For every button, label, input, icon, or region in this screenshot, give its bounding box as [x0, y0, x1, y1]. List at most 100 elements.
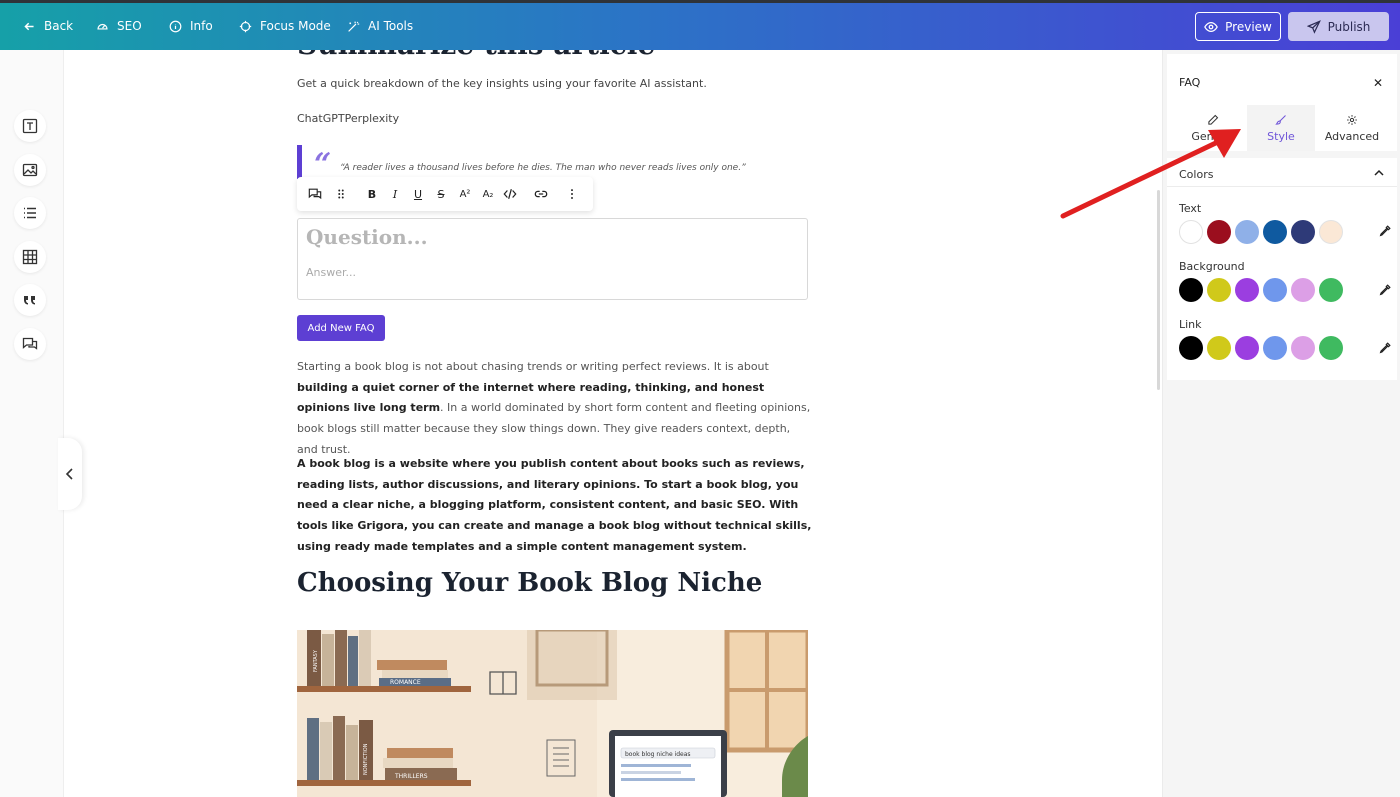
editor-canvas: Summarize this article Get a quick break… [64, 50, 1161, 797]
panel-header-card: FAQ ✕ General Style Advanced [1167, 54, 1397, 151]
drag-handle[interactable] [333, 186, 349, 202]
preview-button[interactable]: Preview [1195, 12, 1281, 41]
panel-title: FAQ [1179, 76, 1201, 89]
chevron-up-icon[interactable] [1373, 168, 1385, 178]
intro-paragraph[interactable]: Starting a book blog is not about chasin… [297, 357, 812, 461]
bookshelf-illustration: ROMANCE FANTASY NONFICTION THRILLERS boo… [297, 630, 808, 797]
romance-label: ROMANCE [390, 679, 421, 686]
summary-text: Get a quick breakdown of the key insight… [297, 77, 707, 90]
faq-block-tool[interactable] [14, 328, 46, 360]
link-button[interactable] [533, 186, 549, 202]
back-button[interactable]: Back [23, 19, 73, 33]
chat-bubbles-icon [308, 188, 322, 200]
summary-heading: Summarize this article [297, 50, 655, 61]
gauge-icon [97, 23, 108, 30]
color-swatch[interactable] [1291, 336, 1315, 360]
publish-button[interactable]: Publish [1288, 12, 1389, 41]
color-swatch[interactable] [1263, 220, 1287, 244]
quote-block-tool[interactable] [14, 284, 46, 316]
close-icon[interactable]: ✕ [1373, 76, 1383, 90]
colors-heading[interactable]: Colors [1179, 168, 1213, 181]
tab-general[interactable]: General [1179, 105, 1247, 151]
color-swatch[interactable] [1207, 278, 1231, 302]
quote-accent-bar [297, 145, 302, 179]
bold-button[interactable]: B [364, 186, 380, 202]
color-swatch[interactable] [1263, 336, 1287, 360]
code-button[interactable] [502, 186, 518, 202]
subscript-button[interactable]: A₂ [480, 186, 496, 202]
seo-button[interactable]: SEO [96, 19, 142, 33]
faq-item[interactable]: Question... Answer... [297, 218, 808, 300]
link-icon [534, 190, 548, 198]
seo-label: SEO [117, 19, 142, 33]
faq-answer-input[interactable]: Answer... [306, 266, 356, 279]
nonfiction-label: NONFICTION [363, 743, 369, 775]
quote-icon [24, 296, 35, 305]
quote-mark: “ [314, 147, 332, 182]
eyedropper-icon[interactable] [1378, 224, 1392, 238]
image-block-tool[interactable] [14, 154, 46, 186]
eyedropper-icon[interactable] [1378, 283, 1392, 297]
italic-button[interactable]: I [387, 186, 403, 202]
ai-tools-button[interactable]: AI Tools [347, 19, 413, 33]
thrillers-label: THRILLERS [394, 773, 428, 780]
tab-advanced-label: Advanced [1324, 129, 1380, 143]
color-swatch[interactable] [1235, 336, 1259, 360]
more-vertical-icon [571, 189, 573, 199]
strikethrough-button[interactable]: S [433, 186, 449, 202]
editor-scrollbar[interactable] [1157, 190, 1160, 390]
add-new-faq-button[interactable]: Add New FAQ [297, 315, 385, 341]
tab-general-label: General [1191, 129, 1235, 143]
image-icon [22, 163, 38, 177]
focus-mode-button[interactable]: Focus Mode [239, 19, 331, 33]
eyedropper-icon[interactable] [1378, 341, 1392, 355]
color-swatch[interactable] [1263, 278, 1287, 302]
superscript-button[interactable]: A² [457, 186, 473, 202]
search-field-label: book blog niche ideas [625, 751, 691, 758]
text-block-tool[interactable] [14, 110, 46, 142]
color-swatch[interactable] [1179, 278, 1203, 302]
focus-icon [239, 20, 252, 32]
more-options-button[interactable] [564, 186, 580, 202]
color-swatch[interactable] [1319, 220, 1343, 244]
info-button[interactable]: Info [169, 19, 213, 33]
background-color-swatches [1179, 278, 1347, 302]
ai-assistant-links[interactable]: ChatGPTPerplexity [297, 112, 399, 125]
magic-wand-icon [348, 21, 360, 32]
section-heading[interactable]: Choosing Your Book Blog Niche [297, 568, 762, 598]
color-swatch[interactable] [1179, 336, 1203, 360]
underline-button[interactable]: U [410, 186, 426, 202]
top-bar: Back SEO Info Focus Mode AI Tools Previe… [0, 0, 1400, 50]
text-color-swatches [1179, 220, 1347, 244]
table-block-tool[interactable] [14, 241, 46, 273]
faq-question-input[interactable]: Question... [306, 225, 428, 249]
tab-style[interactable]: Style [1247, 105, 1315, 151]
publish-label: Publish [1327, 19, 1371, 34]
intro-text-a: Starting a book blog is not about chasin… [297, 360, 769, 373]
code-icon [503, 189, 517, 199]
colors-section: Colors Text Background Link [1167, 158, 1397, 380]
link-color-label: Link [1179, 318, 1202, 331]
color-swatch[interactable] [1179, 220, 1203, 244]
definition-paragraph[interactable]: A book blog is a website where you publi… [297, 454, 812, 558]
tab-advanced[interactable]: Advanced [1315, 105, 1389, 151]
fantasy-label: FANTASY [313, 649, 319, 672]
grip-icon [338, 189, 344, 199]
tab-style-label: Style [1267, 129, 1295, 143]
color-swatch[interactable] [1319, 278, 1343, 302]
list-icon [24, 207, 36, 219]
color-swatch[interactable] [1291, 220, 1315, 244]
text-box-icon [22, 118, 38, 134]
color-swatch[interactable] [1291, 278, 1315, 302]
color-swatch[interactable] [1207, 220, 1231, 244]
color-swatch[interactable] [1319, 336, 1343, 360]
table-icon [22, 249, 38, 265]
back-label: Back [44, 19, 74, 33]
list-block-tool[interactable] [14, 197, 46, 229]
color-swatch[interactable] [1235, 220, 1259, 244]
color-swatch[interactable] [1235, 278, 1259, 302]
quote-text: “A reader lives a thousand lives before … [340, 163, 746, 173]
block-type-button[interactable] [307, 186, 323, 202]
gear-icon [1347, 114, 1357, 125]
color-swatch[interactable] [1207, 336, 1231, 360]
